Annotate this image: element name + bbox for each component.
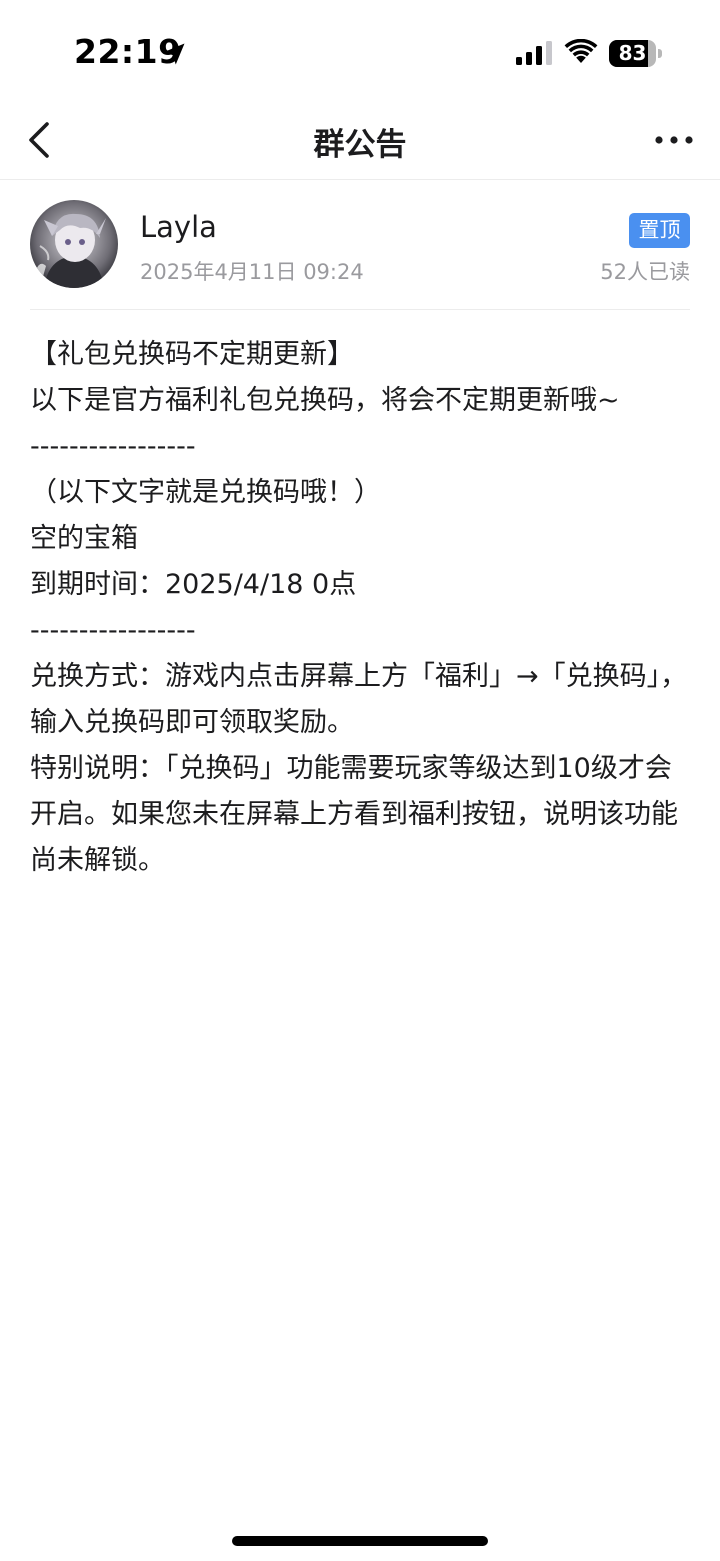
announcement-body: 【礼包兑换码不定期更新】 以下是官方福利礼包兑换码，将会不定期更新哦~ ----…	[30, 332, 695, 884]
content-line: 特别说明：「兑换码」功能需要玩家等级达到10级才会开启。如果您未在屏幕上方看到福…	[30, 753, 678, 876]
wifi-icon	[564, 39, 598, 63]
avatar[interactable]	[30, 200, 118, 288]
battery-tip	[658, 49, 662, 58]
content-line: -----------------	[30, 431, 196, 462]
status-bar: 22:19 83	[0, 0, 720, 100]
author-name[interactable]: Layla	[140, 210, 217, 244]
pinned-badge: 置顶	[629, 213, 690, 248]
content-line: 【礼包兑换码不定期更新】	[30, 339, 354, 370]
content-line: （以下文字就是兑换码哦！）	[30, 477, 381, 508]
content-line: -----------------	[30, 615, 196, 646]
cellular-signal-icon	[516, 41, 552, 65]
post-timestamp: 2025年4月11日 09:24	[140, 260, 364, 284]
announcement-header: Layla 2025年4月11日 09:24 置顶 52人已读	[30, 198, 690, 310]
nav-bar: 群公告	[0, 100, 720, 180]
content-line: 以下是官方福利礼包兑换码，将会不定期更新哦~	[30, 385, 620, 416]
more-dots-icon[interactable]	[654, 130, 694, 150]
battery-body: 83	[609, 40, 656, 67]
battery-indicator: 83	[609, 40, 662, 67]
read-count[interactable]: 52人已读	[600, 256, 690, 286]
screen: 22:19 83 群公告 Layla 2025年4月11日 09:24 置顶 5…	[0, 0, 720, 1561]
content-line: 空的宝箱	[30, 523, 138, 554]
content-line: 兑换方式：游戏内点击屏幕上方「福利」→「兑换码」，输入兑换码即可领取奖励。	[30, 661, 688, 738]
page-title: 群公告	[313, 127, 407, 163]
content-line: 到期时间：2025/4/18 0点	[30, 569, 357, 600]
battery-level: 83	[618, 41, 647, 65]
location-arrow-icon	[163, 43, 185, 65]
home-indicator[interactable]	[232, 1536, 488, 1546]
